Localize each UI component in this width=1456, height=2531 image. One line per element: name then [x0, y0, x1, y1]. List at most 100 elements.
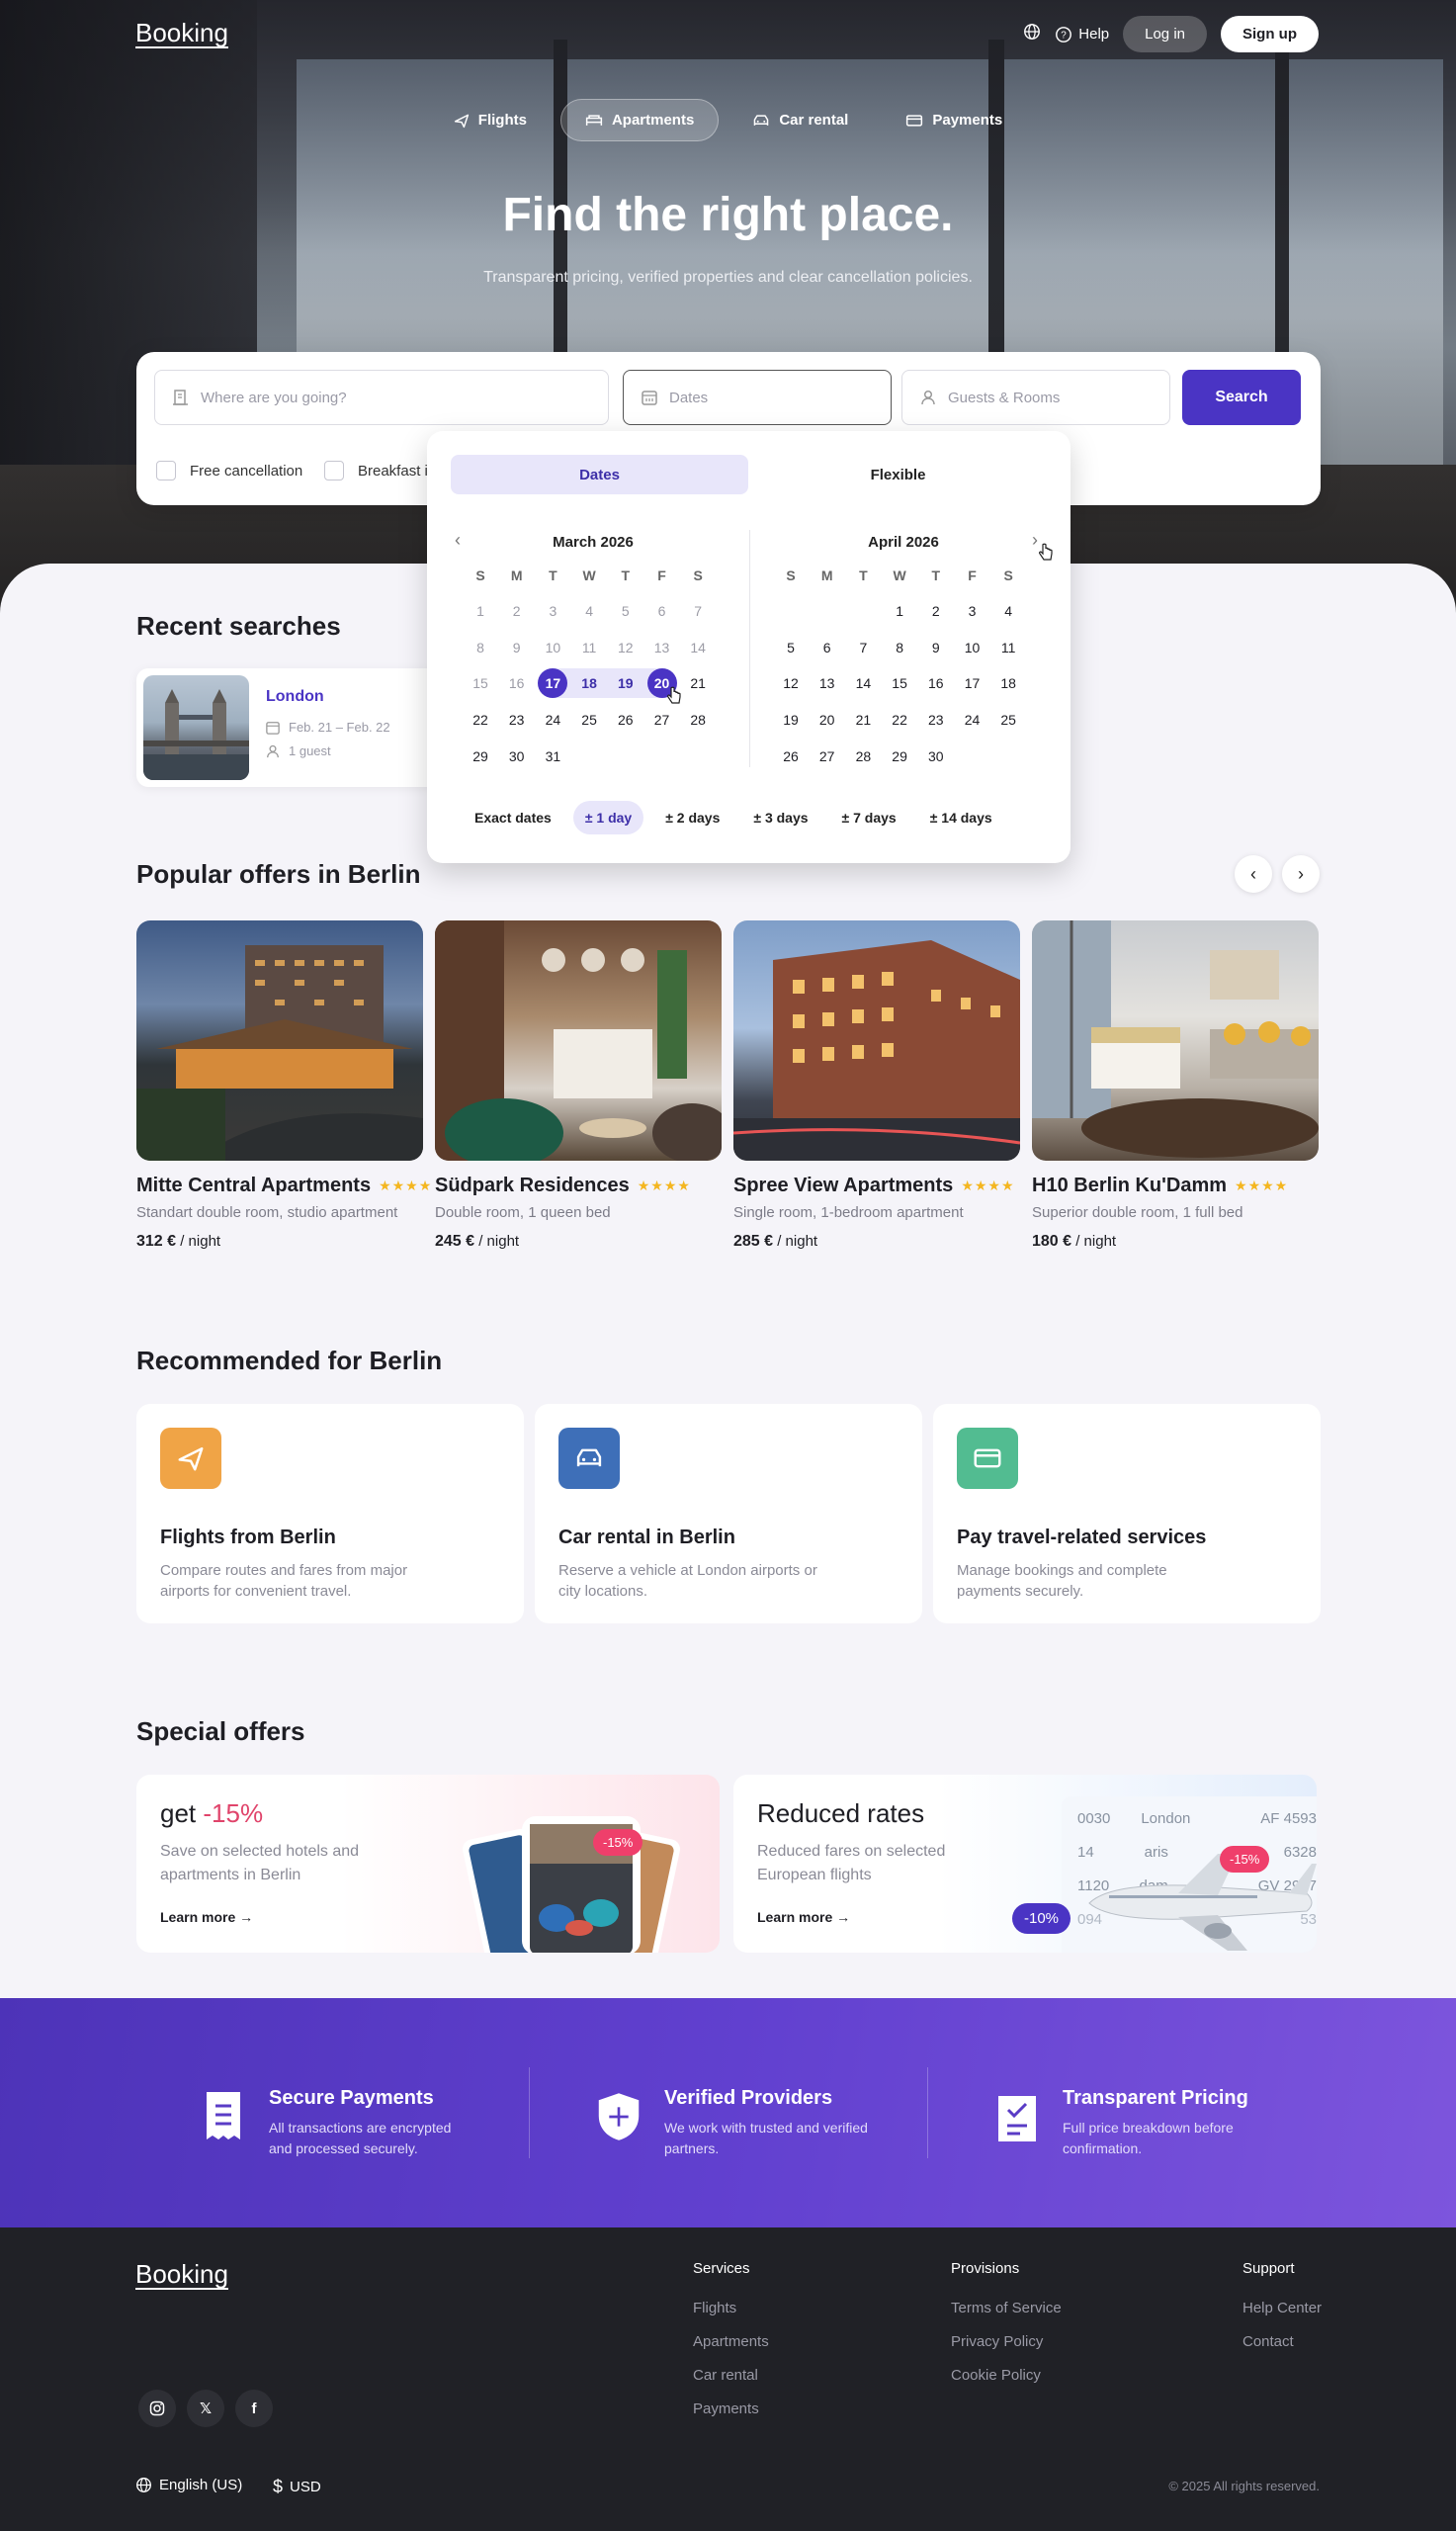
language-selector[interactable]: English (US)	[135, 2477, 242, 2493]
calendar-day[interactable]: 8	[885, 633, 914, 662]
calendar-day[interactable]: 6	[813, 633, 842, 662]
calendar-day[interactable]: 9	[921, 633, 951, 662]
calendar-day[interactable]: 27	[647, 705, 677, 735]
calendar-day[interactable]: 2	[921, 596, 951, 626]
flex-range-chip[interactable]: ± 2 days	[653, 801, 731, 834]
footer-link[interactable]: Flights	[693, 2300, 736, 2316]
globe-icon[interactable]	[1023, 23, 1041, 45]
footer-link[interactable]: Apartments	[693, 2333, 769, 2350]
special-card-flights[interactable]: Reduced rates Reduced fares on selected …	[733, 1775, 1317, 1953]
currency-selector[interactable]: $ USD	[273, 2477, 321, 2497]
calendar-day[interactable]: 22	[885, 705, 914, 735]
calendar-day[interactable]: 24	[538, 705, 567, 735]
calendar-day[interactable]: 23	[502, 705, 532, 735]
checkbox-box[interactable]	[156, 461, 176, 480]
calendar-day[interactable]: 18	[574, 668, 604, 698]
calendar-day[interactable]: 16	[921, 668, 951, 698]
calendar-day[interactable]: 25	[993, 705, 1023, 735]
footer-link[interactable]: Privacy Policy	[951, 2333, 1043, 2350]
footer-link[interactable]: Car rental	[693, 2367, 758, 2384]
calendar-day[interactable]: 13	[813, 668, 842, 698]
footer-link[interactable]: Contact	[1242, 2333, 1294, 2350]
calendar-day[interactable]: 28	[848, 742, 878, 771]
offer-title[interactable]: Mitte Central Apartments ★★★★	[136, 1175, 432, 1197]
carousel-next-button[interactable]: ›	[1282, 855, 1320, 893]
calendar-day[interactable]: 19	[776, 705, 806, 735]
offer-title[interactable]: Spree View Apartments ★★★★	[733, 1175, 1015, 1197]
rec-card-payments[interactable]: Pay travel-related services Manage booki…	[933, 1404, 1321, 1623]
calendar-day[interactable]: 14	[848, 668, 878, 698]
calendar-day[interactable]: 15	[885, 668, 914, 698]
calendar-day[interactable]: 30	[502, 742, 532, 771]
offer-name[interactable]: Südpark Residences	[435, 1175, 630, 1197]
dates-mode-tab[interactable]: Dates	[451, 455, 748, 494]
offer-image[interactable]	[435, 920, 722, 1161]
recent-search-card[interactable]: London Feb. 21 – Feb. 22 1 guest	[136, 668, 443, 787]
calendar-day[interactable]: 30	[921, 742, 951, 771]
calendar-day[interactable]: 21	[683, 668, 713, 698]
calendar-day[interactable]: 22	[466, 705, 495, 735]
logo[interactable]: Booking	[135, 18, 228, 48]
login-button[interactable]: Log in	[1123, 16, 1207, 52]
flex-range-chip[interactable]: ± 3 days	[741, 801, 819, 834]
prev-month-button[interactable]: ‹	[455, 530, 461, 551]
calendar-day[interactable]: 1	[885, 596, 914, 626]
offer-title[interactable]: H10 Berlin Ku'Damm ★★★★	[1032, 1175, 1288, 1197]
calendar-day[interactable]: 7	[848, 633, 878, 662]
offer-name[interactable]: Spree View Apartments	[733, 1175, 953, 1197]
calendar-day[interactable]: 3	[958, 596, 987, 626]
rec-card-flights[interactable]: Flights from Berlin Compare routes and f…	[136, 1404, 524, 1623]
calendar-day[interactable]: 29	[885, 742, 914, 771]
guests-field[interactable]: Guests & Rooms	[901, 370, 1170, 425]
calendar-day[interactable]: 23	[921, 705, 951, 735]
carousel-prev-button[interactable]: ‹	[1235, 855, 1272, 893]
calendar-day[interactable]: 29	[466, 742, 495, 771]
calendar-day[interactable]: 11	[993, 633, 1023, 662]
footer-link[interactable]: Terms of Service	[951, 2300, 1062, 2316]
calendar-day[interactable]: 17	[958, 668, 987, 698]
tab-car-rental[interactable]: Car rental	[728, 99, 872, 141]
flexible-mode-tab[interactable]: Flexible	[749, 455, 1047, 494]
offer-image[interactable]	[733, 920, 1020, 1161]
instagram-icon[interactable]	[138, 2390, 176, 2427]
x-twitter-icon[interactable]: 𝕏	[187, 2390, 224, 2427]
learn-more-link[interactable]: Learn more →	[757, 1909, 850, 1925]
offer-name[interactable]: Mitte Central Apartments	[136, 1175, 371, 1197]
special-card-hotels[interactable]: get -15% Save on selected hotels and apa…	[136, 1775, 720, 1953]
offer-image[interactable]	[136, 920, 423, 1161]
calendar-day[interactable]: 4	[993, 596, 1023, 626]
flex-range-chip[interactable]: ± 14 days	[918, 801, 1004, 834]
calendar-day[interactable]: 18	[993, 668, 1023, 698]
calendar-day[interactable]: 24	[958, 705, 987, 735]
help-link[interactable]: ? Help	[1055, 26, 1109, 44]
destination-field[interactable]: Where are you going?	[154, 370, 609, 425]
calendar-day[interactable]: 26	[611, 705, 641, 735]
rec-card-car-rental[interactable]: Car rental in Berlin Reserve a vehicle a…	[535, 1404, 922, 1623]
footer-link[interactable]: Cookie Policy	[951, 2367, 1041, 2384]
calendar-day[interactable]: 26	[776, 742, 806, 771]
signup-button[interactable]: Sign up	[1221, 16, 1319, 52]
calendar-day[interactable]: 21	[848, 705, 878, 735]
footer-logo[interactable]: Booking	[135, 2259, 228, 2290]
checkbox-box[interactable]	[324, 461, 344, 480]
footer-link[interactable]: Help Center	[1242, 2300, 1322, 2316]
tab-flights[interactable]: Flights	[430, 99, 551, 141]
learn-more-link[interactable]: Learn more →	[160, 1909, 253, 1925]
flex-range-chip[interactable]: ± 1 day	[572, 801, 644, 834]
calendar-day[interactable]: 19	[611, 668, 641, 698]
flex-range-chip[interactable]: ± 7 days	[830, 801, 908, 834]
offer-name[interactable]: H10 Berlin Ku'Damm	[1032, 1175, 1227, 1197]
exact-dates-chip[interactable]: Exact dates	[463, 801, 563, 834]
breakfast-checkbox[interactable]: Breakfast in	[324, 461, 436, 480]
calendar-day[interactable]: 5	[776, 633, 806, 662]
calendar-day[interactable]: 27	[813, 742, 842, 771]
footer-link[interactable]: Payments	[693, 2400, 759, 2417]
calendar-day[interactable]: 25	[574, 705, 604, 735]
search-button[interactable]: Search	[1182, 370, 1301, 425]
offer-title[interactable]: Südpark Residences ★★★★	[435, 1175, 691, 1197]
facebook-icon[interactable]: f	[235, 2390, 273, 2427]
calendar-day[interactable]: 20	[813, 705, 842, 735]
calendar-day[interactable]: 28	[683, 705, 713, 735]
tab-apartments[interactable]: Apartments	[559, 99, 720, 141]
calendar-day[interactable]: 31	[538, 742, 567, 771]
